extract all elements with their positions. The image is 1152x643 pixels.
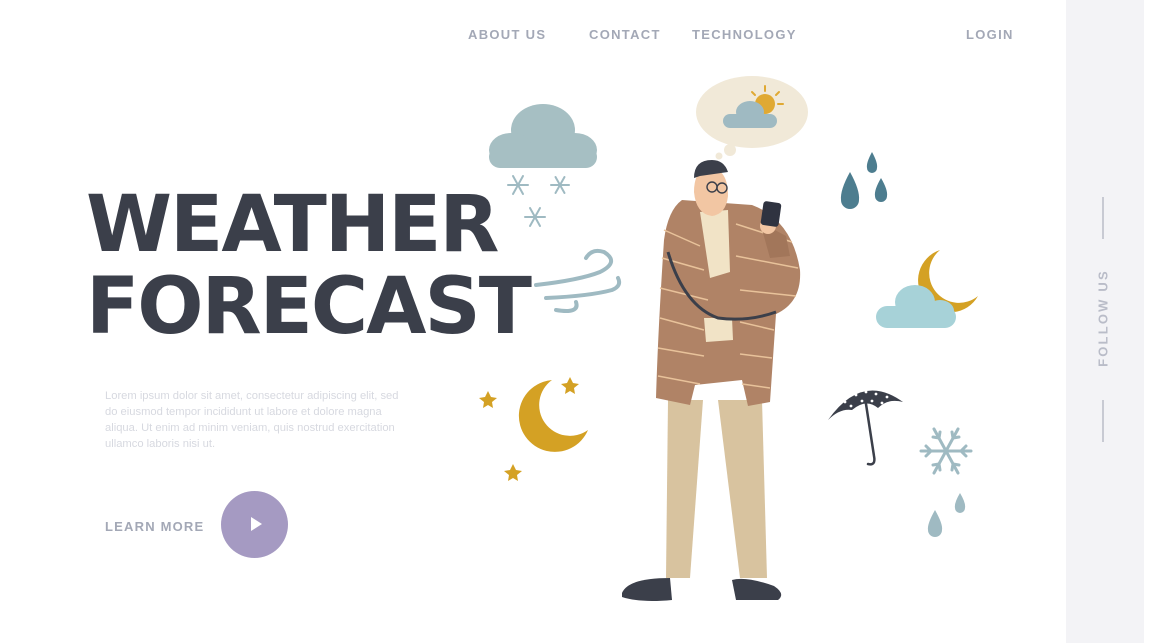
sidebar-divider-top: [1102, 197, 1104, 239]
hero-description: Lorem ipsum dolor sit amet, consectetur …: [105, 390, 399, 450]
snow-cloud-icon: [489, 104, 597, 227]
nav-about-us[interactable]: ABOUT US: [468, 27, 546, 42]
wind-icon: [534, 248, 622, 313]
nav-login[interactable]: LOGIN: [966, 27, 1014, 42]
follow-us-link[interactable]: FOLLOW US: [1096, 269, 1111, 367]
sidebar-divider-bottom: [1102, 400, 1104, 442]
play-button[interactable]: [221, 491, 288, 558]
umbrella-icon: [828, 390, 903, 466]
person-with-phone: [622, 160, 801, 601]
snowflake-icon: [919, 427, 973, 475]
play-icon: [251, 517, 262, 531]
title-line-forecast: FORECAST: [86, 262, 532, 352]
raindrops-icon: [840, 152, 888, 209]
moon-cloud-icon: [876, 250, 978, 328]
social-sidebar: FOLLOW US: [1066, 0, 1144, 643]
moon-stars-icon: [479, 377, 588, 481]
learn-more-link[interactable]: LEARN MORE: [105, 519, 204, 534]
page-title: WEATHER FORECAST: [86, 180, 532, 352]
nav-contact[interactable]: CONTACT: [589, 27, 661, 42]
weather-illustration: [479, 76, 978, 601]
thought-bubble-sun-cloud-icon: [696, 76, 808, 160]
title-line-weather: WEATHER: [86, 180, 499, 270]
raindrops-small-icon: [927, 493, 966, 537]
nav-technology[interactable]: TECHNOLOGY: [692, 27, 797, 42]
